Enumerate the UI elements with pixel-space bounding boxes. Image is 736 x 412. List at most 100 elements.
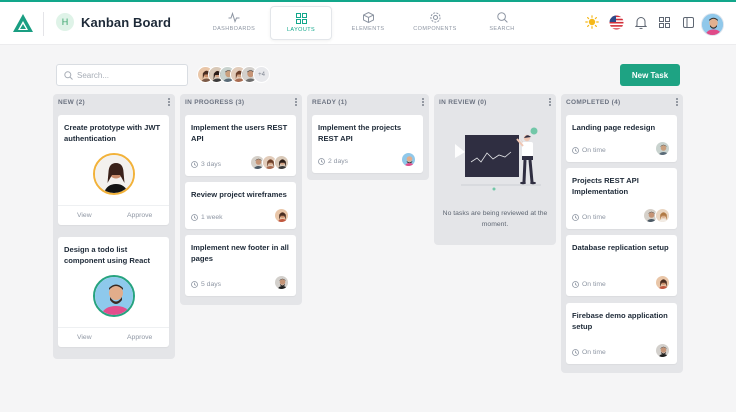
card-assignees [655,343,670,358]
assignee-avatar [655,208,670,223]
card-title: Landing page redesign [572,123,656,132]
card-title: Implement the projects REST API [318,123,402,143]
task-card[interactable]: Database replication setup On time [566,235,677,296]
empty-state-illustration [455,127,541,191]
card-title: Firebase demo application setup [572,311,668,331]
card-duration: 2 days [328,158,349,165]
nav-layouts-label: LAYOUTS [286,27,316,33]
card-title: Database replication setup [572,243,669,252]
user-avatar[interactable] [701,13,724,36]
task-card[interactable]: Implement new footer in all pages 5 days [185,235,296,296]
card-duration: 3 days [201,161,222,168]
nav-search[interactable]: SEARCH [471,6,533,40]
assignee-avatar [655,141,670,156]
column-title: READY (1) [312,99,348,106]
nav-elements[interactable]: ELEMENTS [337,6,399,40]
card-status: On time [582,281,606,288]
approve-button[interactable]: Approve [127,334,152,341]
column-menu-icon[interactable] [548,98,552,108]
clock-icon [572,147,579,154]
assignee-avatar [274,155,289,170]
column-menu-icon[interactable] [421,98,425,108]
search-icon [496,12,508,23]
clock-icon [572,214,579,221]
apps-grid-icon[interactable] [659,17,670,28]
card-status: On time [582,147,606,154]
assignee-avatar [655,343,670,358]
card-meta: On time [572,147,606,154]
box-icon [362,12,374,23]
card-title: Implement the users REST API [191,123,288,143]
logo-icon[interactable] [12,13,34,33]
task-card[interactable]: Landing page redesign On time [566,115,677,162]
card-assignees [655,275,670,290]
new-task-button[interactable]: New Task [620,64,680,86]
assignee-avatar [401,152,416,167]
nav-dashboards[interactable]: DASHBOARDS [203,6,265,40]
card-meta: 5 days [191,281,221,288]
card-assignees [274,275,289,290]
column-title: IN PROGRESS (3) [185,99,245,106]
header-divider [43,12,44,36]
app-badge: H [56,13,74,31]
card-meta: 1 week [191,214,223,221]
search-input[interactable] [77,68,182,83]
approve-button[interactable]: Approve [127,212,152,219]
settings-icon [429,12,441,23]
task-card[interactable]: Create prototype with JWT authentication… [58,115,169,225]
column-menu-icon[interactable] [675,98,679,108]
app-header: H Kanban Board DASHBOARDS LAYOUTS ELEMEN… [0,2,736,45]
nav-components-label: COMPONENTS [413,26,457,32]
task-card[interactable]: Firebase demo application setup On time [566,303,677,364]
clock-icon [191,161,198,168]
nav-elements-label: ELEMENTS [351,26,385,32]
search-icon [64,71,73,80]
column-menu-icon[interactable] [294,98,298,108]
team-more-count[interactable]: +4 [253,66,270,83]
card-status: On time [582,214,606,221]
nav-layouts[interactable]: LAYOUTS [270,6,332,40]
card-title: Review project wireframes [191,190,287,199]
column-ready: READY (1) Implement the projects REST AP… [307,94,429,180]
column-new: NEW (2) Create prototype with JWT authen… [53,94,175,359]
view-button[interactable]: View [77,334,92,341]
task-card[interactable]: Implement the users REST API 3 days [185,115,296,176]
clock-icon [318,158,325,165]
card-meta: 2 days [318,158,348,165]
column-menu-icon[interactable] [167,98,171,108]
assignee-avatar [655,275,670,290]
column-title: COMPLETED (4) [566,99,621,106]
card-assignees [643,208,670,223]
empty-state-message: No tasks are being reviewed at the momen… [442,210,548,228]
card-meta: 3 days [191,161,221,168]
card-status: On time [582,349,606,356]
task-card[interactable]: Design a todo list component using React… [58,237,169,347]
assignee-avatar [93,275,135,317]
card-assignees [655,141,670,156]
card-assignees [274,208,289,223]
nav-search-label: SEARCH [489,26,515,32]
view-button[interactable]: View [77,212,92,219]
column-title: IN REVIEW (0) [439,99,487,106]
nav-dashboards-label: DASHBOARDS [212,26,256,32]
card-title: Projects REST API Implementation [572,176,639,196]
card-assignees [401,152,416,167]
sun-icon[interactable] [585,15,599,29]
card-title: Design a todo list component using React [64,245,151,265]
task-card[interactable]: Review project wireframes 1 week [185,182,296,229]
card-title: Implement new footer in all pages [191,243,289,263]
task-card[interactable]: Implement the projects REST API 2 days [312,115,423,173]
card-assignees [250,155,289,170]
us-flag-icon[interactable] [609,15,624,30]
clock-icon [191,281,198,288]
nav-components[interactable]: COMPONENTS [404,6,466,40]
sidebar-toggle-icon[interactable] [683,17,694,28]
clock-icon [572,281,579,288]
card-actions: View Approve [58,205,169,225]
card-meta: On time [572,214,606,221]
card-actions: View Approve [58,327,169,347]
task-card[interactable]: Projects REST API Implementation On time [566,168,677,229]
clock-icon [572,349,579,356]
search-field[interactable] [56,64,188,86]
bell-icon[interactable] [635,16,647,29]
